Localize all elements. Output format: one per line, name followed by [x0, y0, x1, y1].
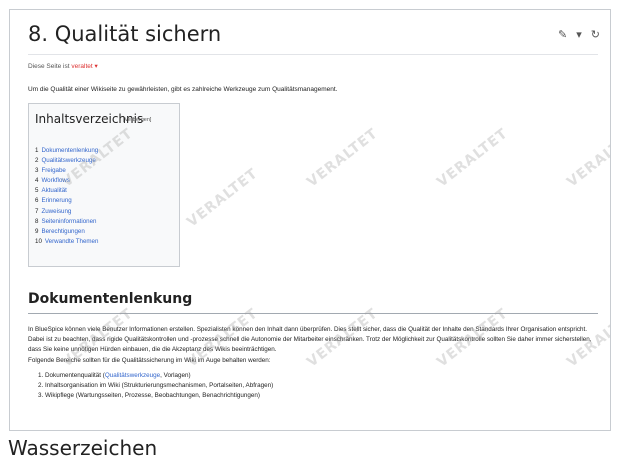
toc-item-number: 10 — [35, 237, 42, 245]
title-divider — [28, 54, 598, 55]
toc-item[interactable]: 4 Workflows — [35, 176, 98, 186]
toc-item-number: 3 — [35, 167, 39, 175]
section-paragraph: In BlueSpice können viele Benutzer Infor… — [28, 326, 592, 353]
toc-item[interactable]: 3 Freigabe — [35, 166, 98, 176]
list-item-text: 2. Inhaltsorganisation im Wiki (Struktur… — [38, 382, 274, 389]
toc-item-number: 6 — [35, 197, 39, 205]
section-lead: Folgende Bereiche sollten für die Qualit… — [28, 357, 271, 364]
watermark-text: VERALTET — [434, 125, 512, 191]
section-list: 1. Dokumentenqualität (Qualitätswerkzeug… — [38, 371, 273, 401]
page-status: Diese Seite ist veraltet ▾ — [28, 62, 98, 70]
page-tools: ✎ ▾ ↻ — [558, 28, 600, 41]
watermark-text: VERALTET — [184, 165, 262, 231]
toc-item[interactable]: 7 Zuweisung — [35, 207, 98, 217]
watermark-text: VERALTET — [564, 125, 611, 191]
toc-item-link[interactable]: Aktualität — [41, 187, 66, 194]
edit-icon[interactable]: ✎ — [558, 28, 567, 41]
status-badge[interactable]: veraltet ▾ — [71, 63, 97, 70]
toc-item-link[interactable]: Erinnerung — [41, 197, 71, 204]
toc-item[interactable]: 1 Dokumentenlenkung — [35, 146, 98, 156]
page-title: 8. Qualität sichern — [28, 22, 222, 46]
list-item-suffix: , Vorlagen) — [160, 372, 191, 379]
toc-item[interactable]: 6 Erinnerung — [35, 196, 98, 206]
intro-text: Um die Qualität einer Wikiseite zu gewäh… — [28, 86, 338, 93]
toc-item-link[interactable]: Zuweisung — [41, 208, 71, 215]
list-item-text: 1. Dokumentenqualität ( — [38, 372, 105, 379]
toc-item-number: 2 — [35, 157, 39, 165]
chevron-down-icon[interactable]: ▾ — [576, 28, 582, 41]
toc-item-link[interactable]: Seiteninformationen — [41, 218, 96, 225]
status-prefix: Diese Seite ist — [28, 63, 72, 70]
toc-item-number: 5 — [35, 187, 39, 195]
section-heading: Dokumentenlenkung — [28, 291, 193, 307]
toc-item[interactable]: 2 Qualitätswerkzeuge — [35, 156, 98, 166]
toc-item[interactable]: 5 Aktualität — [35, 186, 98, 196]
list-item-link[interactable]: Qualitätswerkzeuge — [105, 372, 160, 379]
list-item: 1. Dokumentenqualität (Qualitätswerkzeug… — [38, 371, 273, 381]
toc-item-number: 7 — [35, 207, 39, 215]
toc-item-link[interactable]: Qualitätswerkzeuge — [41, 157, 95, 164]
toc-list: 1 Dokumentenlenkung 2 Qualitätswerkzeuge 3 Fr… — [35, 146, 98, 247]
toc-toggle-button[interactable]: [Verbergen] — [123, 117, 151, 123]
list-item-text: 3. Wikipflege (Wartungsseiten, Prozesse,… — [38, 392, 261, 399]
section-divider — [28, 313, 598, 314]
list-item: 2. Inhaltsorganisation im Wiki (Struktur… — [38, 381, 273, 391]
toc-item-number: 1 — [35, 147, 39, 154]
toc-item-link[interactable]: Dokumentenlenkung — [41, 147, 98, 154]
watermark-text: VERALTET — [304, 125, 382, 191]
toc-item-number: 4 — [35, 177, 39, 185]
wiki-page-frame: 8. Qualität sichern ✎ ▾ ↻ Diese Seite is… — [9, 9, 611, 431]
toc-item-link[interactable]: Freigabe — [41, 167, 65, 174]
toc-item-link[interactable]: Workflows — [41, 177, 69, 184]
caption: Wasserzeichen — [8, 436, 158, 460]
toc-item-link[interactable]: Verwandte Themen — [45, 238, 99, 245]
toc-item-link[interactable]: Berechtigungen — [41, 228, 84, 235]
toc-item[interactable]: 9 Berechtigungen — [35, 227, 98, 237]
toc-item-number: 9 — [35, 227, 39, 235]
toc-item[interactable]: 8 Seiteninformationen — [35, 217, 98, 227]
toc-item-number: 8 — [35, 217, 39, 225]
toc-item[interactable]: 10 Verwandte Themen — [35, 237, 98, 247]
refresh-icon[interactable]: ↻ — [591, 28, 600, 41]
table-of-contents: Inhaltsverzeichnis [Verbergen] 1 Dokument… — [28, 103, 180, 267]
list-item: 3. Wikipflege (Wartungsseiten, Prozesse,… — [38, 391, 273, 401]
